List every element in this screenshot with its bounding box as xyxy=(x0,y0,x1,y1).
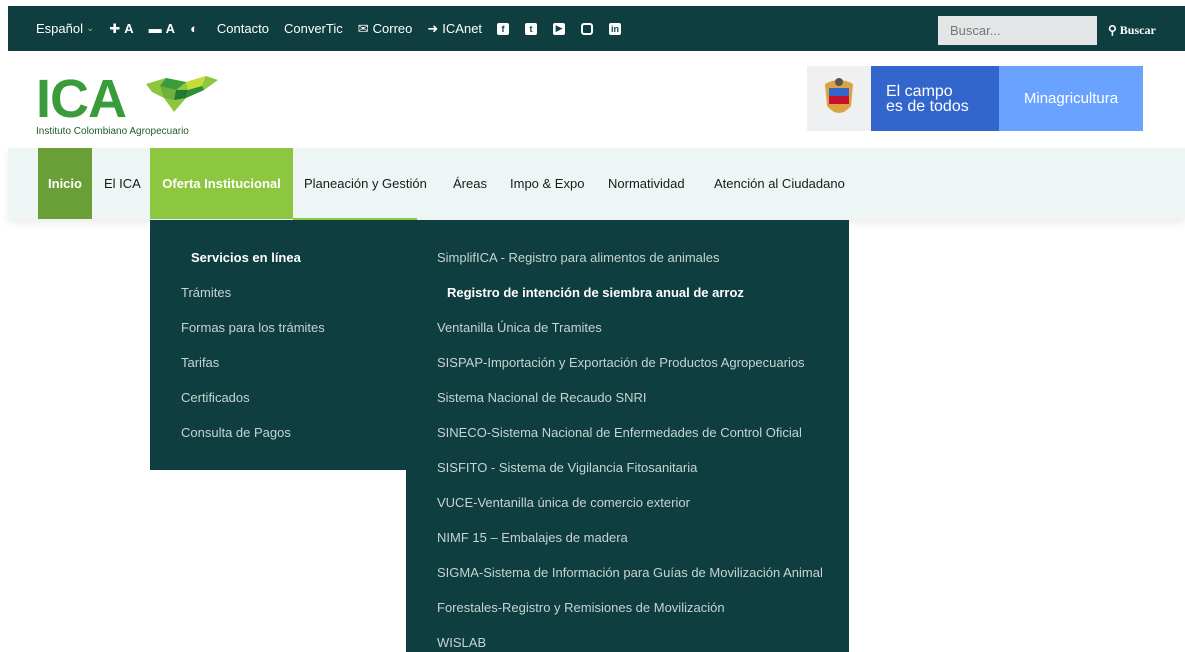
campo-line-2: es de todos xyxy=(886,98,969,115)
top-utility-bar: Español ⌄ ✚ A ▬ A ◐ Contacto ConverTic ✉… xyxy=(8,6,1185,51)
convertic-link[interactable]: ConverTic xyxy=(284,21,343,36)
dropdown-item-sigma[interactable]: SIGMA-Sistema de Información para Guías … xyxy=(437,565,823,580)
dropdown-accent-bar xyxy=(293,218,417,220)
dropdown-item-snri[interactable]: Sistema Nacional de Recaudo SNRI xyxy=(437,390,647,405)
contrast-button[interactable]: ◐ xyxy=(190,21,202,36)
dropdown-item-forestales[interactable]: Forestales-Registro y Remisiones de Movi… xyxy=(437,600,725,615)
ica-logo[interactable]: ICA Instituto Colombiano Agropecuario xyxy=(36,72,236,140)
main-nav: Inicio El ICA Oferta Institucional Plane… xyxy=(8,148,1185,219)
nav-item-impo-expo[interactable]: Impo & Expo xyxy=(510,148,584,219)
search-button[interactable]: ⚲ Buscar xyxy=(1108,16,1156,45)
search-input[interactable] xyxy=(938,16,1097,45)
font-decrease-button[interactable]: ▬ A xyxy=(149,21,175,36)
youtube-icon[interactable]: ▶ xyxy=(553,22,566,35)
campo-de-todos-label: El campo es de todos xyxy=(871,66,999,131)
linkedin-icon[interactable]: in xyxy=(609,22,622,35)
nav-item-oferta-institucional[interactable]: Oferta Institucional xyxy=(150,148,293,219)
campo-line-1: El campo xyxy=(886,83,953,100)
dropdown-item-tramites[interactable]: Trámites xyxy=(181,285,231,300)
government-banner[interactable]: El campo es de todos Minagricultura xyxy=(807,66,1143,131)
search-button-label: Buscar xyxy=(1119,23,1156,37)
logo-leaf-icon xyxy=(146,76,218,112)
chevron-down-icon: ⌄ xyxy=(85,23,95,34)
contact-link[interactable]: Contacto xyxy=(217,21,269,36)
envelope-icon: ✉ xyxy=(357,20,369,36)
dropdown-item-tarifas[interactable]: Tarifas xyxy=(181,355,219,370)
logo-subtitle: Instituto Colombiano Agropecuario xyxy=(36,126,189,137)
mail-label: Correo xyxy=(372,21,413,36)
icanet-label: ICAnet xyxy=(442,21,483,36)
ministry-label: Minagricultura xyxy=(999,66,1143,131)
dropdown-item-formas[interactable]: Formas para los trámites xyxy=(181,320,325,335)
instagram-icon[interactable] xyxy=(581,22,594,35)
font-decrease-label: A xyxy=(165,21,176,36)
facebook-icon[interactable]: f xyxy=(497,22,510,35)
minus-icon: ▬ xyxy=(148,21,162,36)
nav-item-areas[interactable]: Áreas xyxy=(453,148,487,219)
social-links: f t ▶ in xyxy=(497,22,637,35)
dropdown-item-sineco[interactable]: SINECO-Sistema Nacional de Enfermedades … xyxy=(437,425,802,440)
dropdown-item-registro-arroz[interactable]: Registro de intención de siembra anual d… xyxy=(447,285,744,300)
nav-item-planeacion[interactable]: Planeación y Gestión xyxy=(304,148,427,219)
dropdown-item-ventanilla-unica[interactable]: Ventanilla Única de Tramites xyxy=(437,320,602,335)
plus-icon: ✚ xyxy=(109,20,121,36)
contrast-icon: ◐ xyxy=(190,21,198,36)
icanet-link[interactable]: ➜ ICAnet xyxy=(427,21,482,37)
dropdown-item-nimf15[interactable]: NIMF 15 – Embalajes de madera xyxy=(437,530,628,545)
dropdown-item-consulta-pagos[interactable]: Consulta de Pagos xyxy=(181,425,291,440)
nav-item-atencion-ciudadano[interactable]: Atención al Ciudadano xyxy=(714,148,845,219)
colombia-coat-of-arms-icon xyxy=(807,66,871,131)
dropdown-item-sispap[interactable]: SISPAP-Importación y Exportación de Prod… xyxy=(437,355,805,370)
nav-item-inicio[interactable]: Inicio xyxy=(38,148,92,219)
dropdown-item-servicios-en-linea[interactable]: Servicios en línea xyxy=(191,250,301,265)
dropdown-item-wislab[interactable]: WISLAB xyxy=(437,635,486,650)
dropdown-item-vuce[interactable]: VUCE-Ventanilla única de comercio exteri… xyxy=(437,495,690,510)
nav-item-normatividad[interactable]: Normatividad xyxy=(608,148,685,219)
language-selector[interactable]: Español ⌄ xyxy=(36,21,94,36)
twitter-icon[interactable]: t xyxy=(525,22,538,35)
font-increase-label: A xyxy=(124,21,134,36)
mail-link[interactable]: ✉ Correo xyxy=(358,21,413,37)
dropdown-item-certificados[interactable]: Certificados xyxy=(181,390,250,405)
nav-item-el-ica[interactable]: El ICA xyxy=(104,148,141,219)
dropdown-item-sisfito[interactable]: SISFITO - Sistema de Vigilancia Fitosani… xyxy=(437,460,697,475)
font-increase-button[interactable]: ✚ A xyxy=(109,21,133,37)
search-icon: ⚲ xyxy=(1108,23,1117,37)
language-label: Español xyxy=(36,21,83,36)
dropdown-item-simplifica[interactable]: SimplifICA - Registro para alimentos de … xyxy=(437,250,720,265)
sign-in-icon: ➜ xyxy=(427,20,439,36)
